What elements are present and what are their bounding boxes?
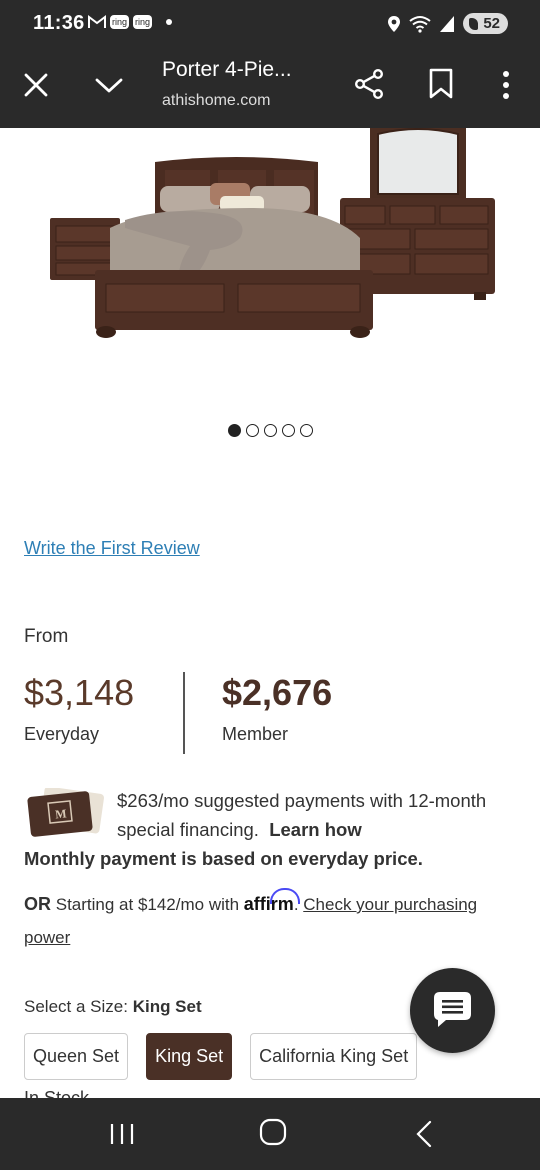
affirm-logo: affirm [243,894,294,914]
system-nav-bar [0,1098,540,1170]
share-icon[interactable] [353,68,385,100]
ring-icon: ring [110,15,130,29]
size-option-california-king[interactable]: California King Set [250,1033,418,1080]
svg-text:M: M [55,806,68,821]
ring-icon: ring [133,15,153,29]
selected-size: King Set [132,997,202,1016]
credit-card-icon: M [27,788,104,837]
gmail-icon [88,15,106,28]
carousel-dot[interactable] [282,424,295,437]
page-url[interactable]: athishome.com [162,92,271,110]
carousel-dot[interactable] [300,424,313,437]
carousel-dots [228,424,313,437]
system-icons: 52 [387,13,508,34]
price-divider [183,672,185,754]
signal-icon [440,15,455,32]
recents-icon[interactable] [108,1122,136,1146]
more-vert-icon[interactable] [496,70,516,100]
everyday-price: $3,148 [24,672,135,713]
carousel-dot[interactable] [264,424,277,437]
affirm-text: Starting at $142/mo with [55,895,240,914]
bookmark-icon[interactable] [428,68,454,100]
from-label: From [24,626,69,647]
member-price: $2,676 [222,672,333,713]
back-icon[interactable] [414,1120,434,1148]
notification-icons: ring ring [88,15,173,29]
more-notifications-icon [166,19,173,25]
size-options: Queen Set King Set California King Set [24,1033,418,1080]
chat-button[interactable] [410,968,495,1053]
size-label: Select a Size: King Set [24,997,202,1017]
or-label: OR [24,894,51,914]
everyday-label: Everyday [24,724,100,744]
monthly-payment-note: Monthly payment is based on everyday pri… [24,848,423,869]
location-icon [388,15,401,32]
size-option-king[interactable]: King Set [146,1033,233,1080]
stock-status: In Stock [24,1089,89,1098]
home-icon[interactable] [259,1118,287,1146]
wifi-icon [409,15,431,33]
product-image[interactable] [0,128,540,368]
member-label: Member [222,724,289,744]
carousel-dot[interactable] [228,424,241,437]
chevron-down-icon[interactable] [94,72,124,98]
browser-toolbar: Porter 4-Pie... athishome.com [0,50,540,128]
affirm-offer: OR Starting at $142/mo with affirm. Chec… [24,894,478,947]
status-time: 11:36 [33,12,85,34]
status-bar: 11:36 ring ring 52 [0,0,540,50]
carousel-dot[interactable] [246,424,259,437]
battery-icon: 52 [463,13,508,34]
financing-text: $263/mo suggested payments with 12-month… [117,786,517,844]
size-option-queen[interactable]: Queen Set [24,1033,129,1080]
write-review-link[interactable]: Write the First Review [24,538,200,559]
close-icon[interactable] [23,72,49,98]
chat-icon [434,992,471,1027]
size-label-text: Select a Size: [24,997,128,1016]
learn-how-link[interactable]: Learn how [269,819,362,840]
page-title[interactable]: Porter 4-Pie... [162,58,292,82]
